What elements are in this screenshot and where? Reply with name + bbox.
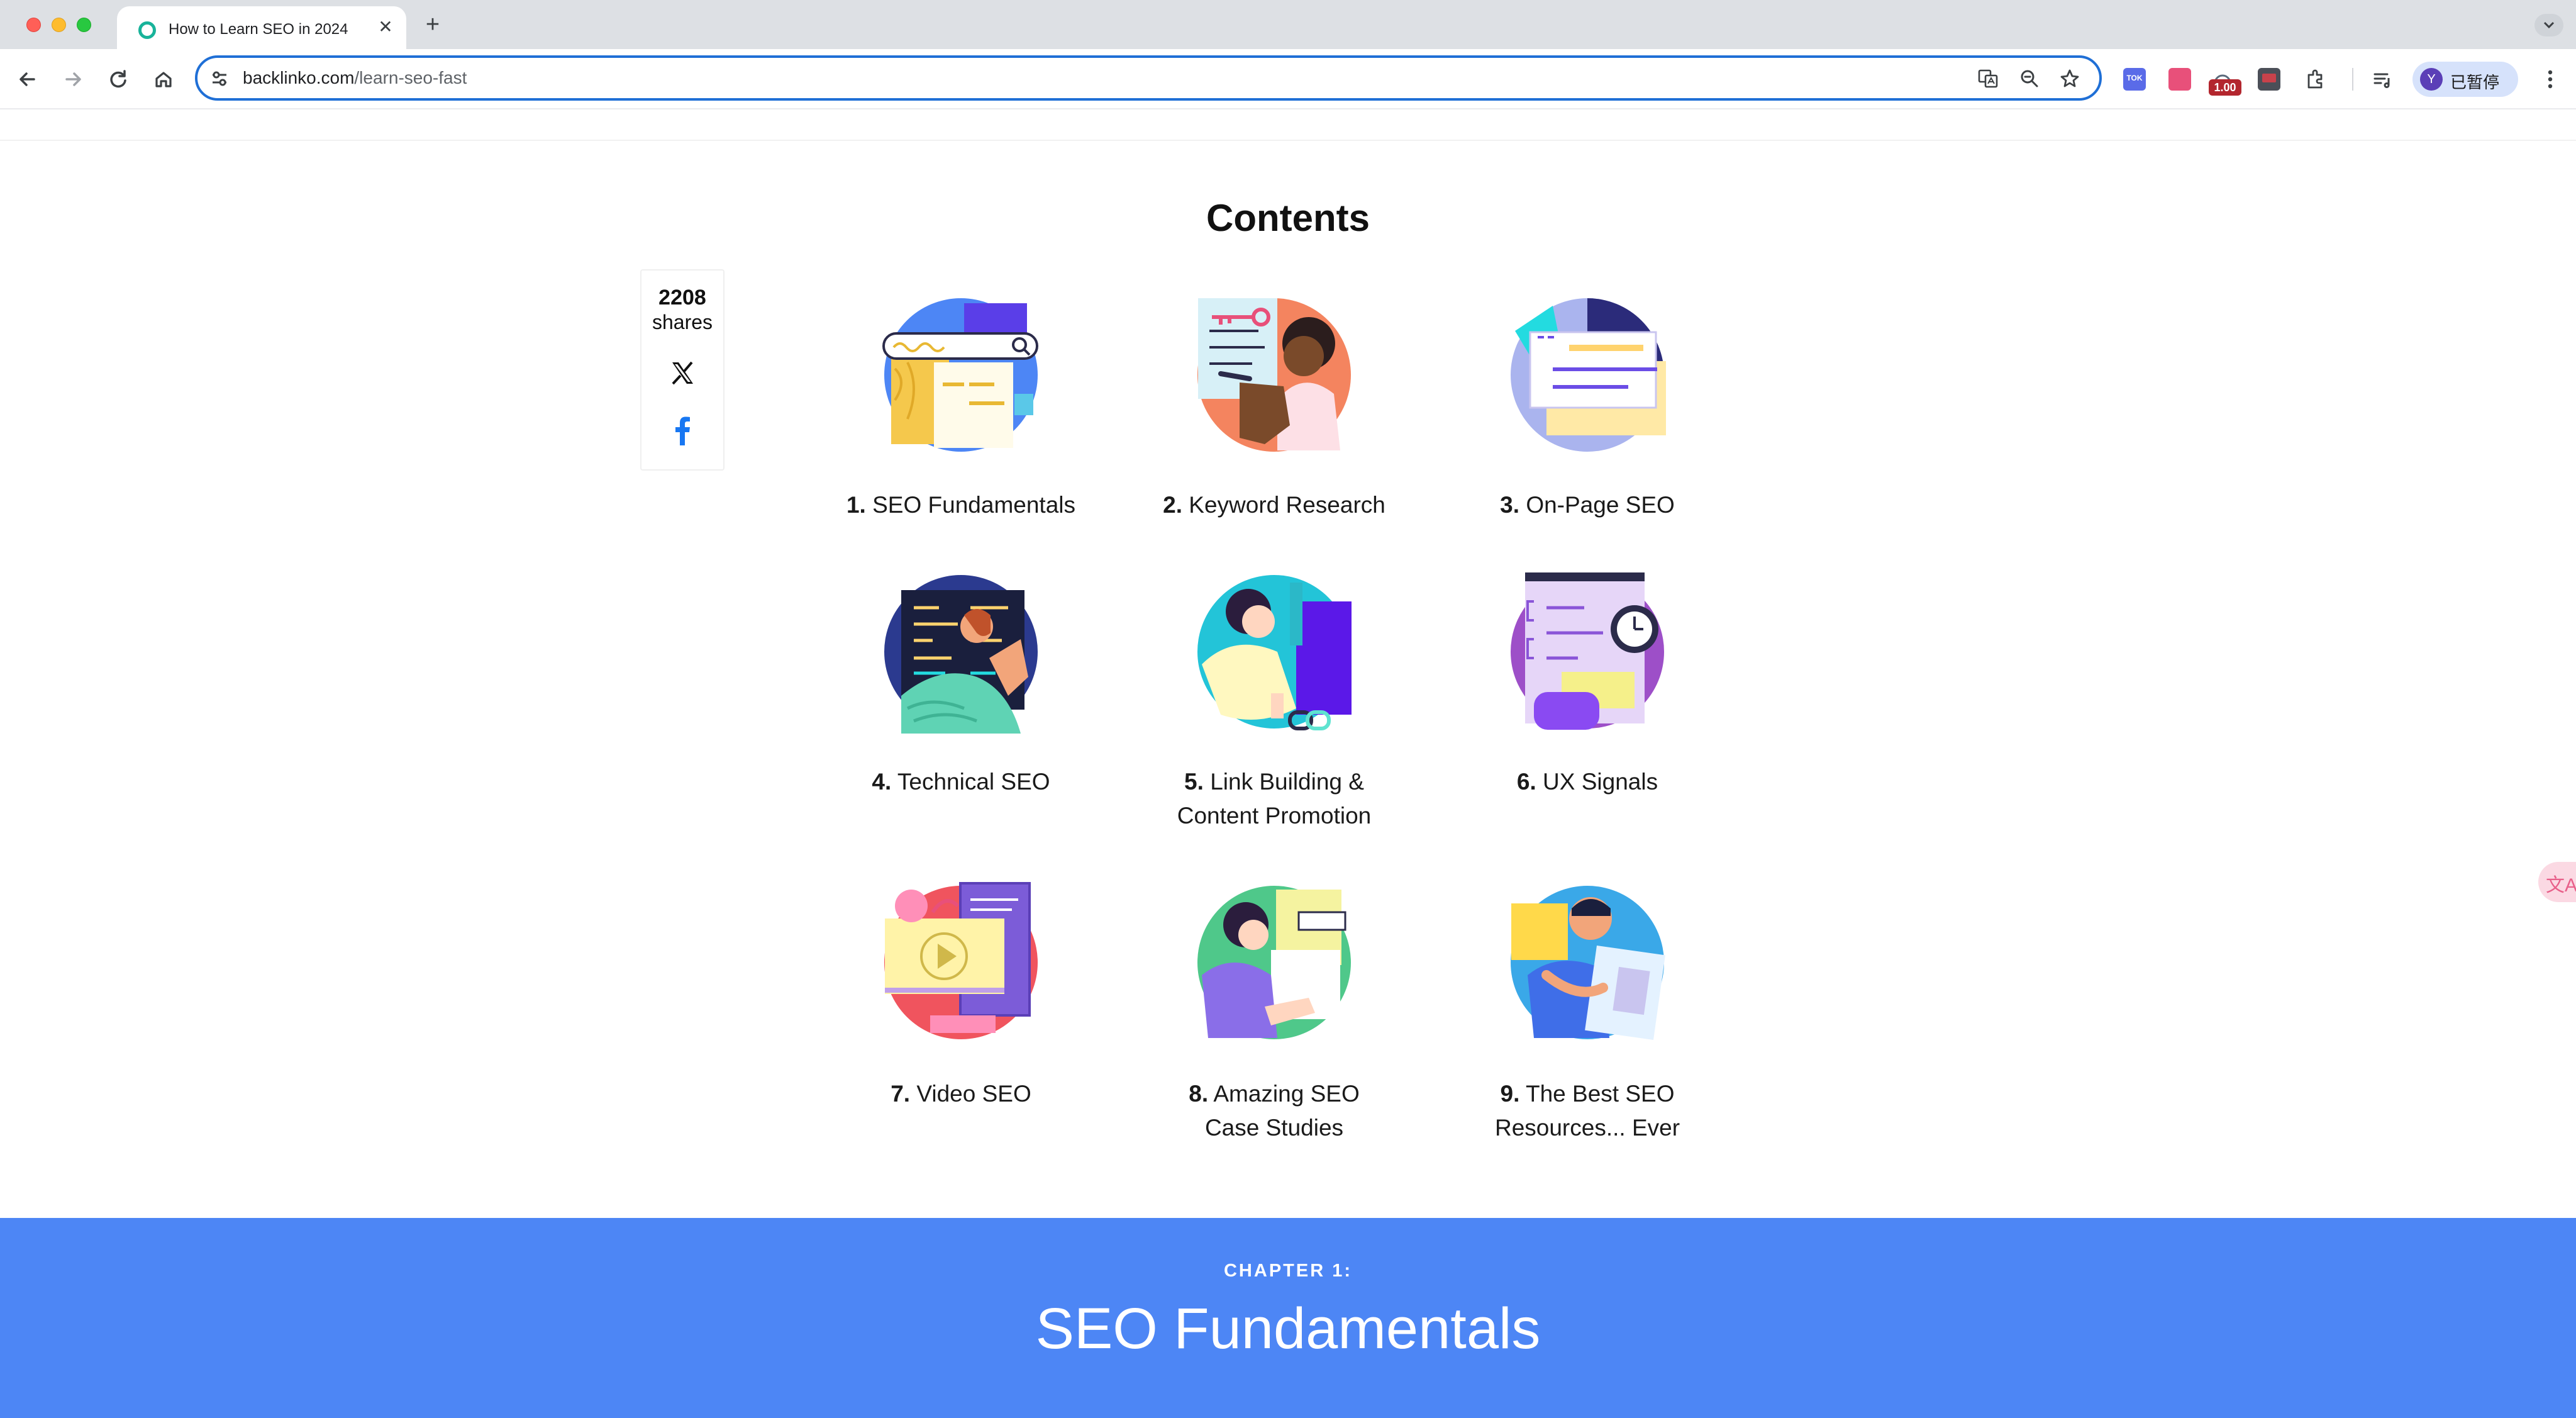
window-minimize-button[interactable] [52, 18, 66, 32]
extension-tok-label: TOK [2126, 74, 2143, 82]
toc-number: 5. [1184, 769, 1204, 795]
reload-icon [110, 70, 126, 88]
toc-label: Amazing SEO [1213, 1081, 1360, 1107]
toc-item-5[interactable]: 5. Link Building & Content Promotion [1117, 765, 1431, 833]
toc-item-6[interactable]: 6. UX Signals [1430, 765, 1745, 799]
toc-number: 3. [1500, 492, 1520, 518]
favicon-icon [138, 21, 156, 39]
browser-toolbar: backlinko.com/learn-seo-fast TOK 1.00 Y … [0, 49, 2576, 109]
window-close-button[interactable] [26, 18, 41, 32]
contents-heading: Contents [1206, 197, 1370, 239]
chevron-down-icon [2543, 21, 2555, 29]
back-icon [19, 72, 35, 86]
avatar: Y [2420, 68, 2443, 91]
translate-icon[interactable] [1976, 67, 2000, 91]
zoom-icon[interactable] [2018, 67, 2041, 91]
translate-float-icon: 文A [2546, 875, 2576, 896]
tab-strip: How to Learn SEO in 2024 ✕ + [0, 0, 2576, 49]
toc-item-9[interactable]: 9. The Best SEO Resources... Ever [1430, 1077, 1745, 1145]
toc-illustration-link-building[interactable] [1196, 570, 1353, 734]
toc-illustration-seo-fundamentals[interactable] [882, 293, 1040, 457]
toc-label: UX Signals [1543, 769, 1658, 795]
menu-kebab-icon[interactable] [2541, 67, 2560, 92]
toc-label-line2: Content Promotion [1177, 803, 1372, 829]
toc-illustration-seo-resources[interactable] [1509, 881, 1666, 1044]
facebook-logo-icon [675, 416, 690, 445]
address-bar[interactable]: backlinko.com/learn-seo-fast [195, 55, 2102, 101]
toc-label: On-Page SEO [1526, 492, 1675, 518]
toc-item-8[interactable]: 8. Amazing SEO Case Studies [1117, 1077, 1431, 1145]
x-share-button[interactable] [668, 359, 697, 388]
forward-button[interactable] [59, 65, 87, 93]
tab-title: How to Learn SEO in 2024 [169, 21, 348, 38]
toc-number: 9. [1500, 1081, 1520, 1107]
toc-item-2[interactable]: 2. Keyword Research [1117, 488, 1431, 522]
toolbar-divider [2352, 68, 2353, 91]
share-widget: 2208 shares [640, 269, 724, 471]
active-tab[interactable]: How to Learn SEO in 2024 ✕ [117, 6, 406, 49]
toc-item-4[interactable]: 4. Technical SEO [804, 765, 1118, 799]
extension-screen-button[interactable] [2258, 68, 2280, 91]
extension-speed-badge: 1.00 [2209, 79, 2241, 96]
share-count: 2208 [658, 286, 706, 310]
toc-number: 1. [846, 492, 866, 518]
url-domain: backlinko.com [243, 68, 355, 87]
home-button[interactable] [150, 65, 177, 93]
toc-label-line2: Resources... Ever [1494, 1115, 1680, 1141]
extension-translate-button[interactable] [2168, 68, 2191, 91]
toc-item-1[interactable]: 1. SEO Fundamentals [804, 488, 1118, 522]
back-button[interactable] [14, 65, 42, 93]
header-divider [0, 140, 2576, 141]
profile-status-label: 已暂停 [2450, 73, 2500, 92]
share-label: shares [652, 311, 713, 333]
toc-illustration-video-seo[interactable] [882, 881, 1040, 1044]
toc-illustration-on-page-seo[interactable] [1509, 293, 1666, 457]
toc-number: 8. [1189, 1081, 1209, 1107]
toc-label-line2: Case Studies [1204, 1115, 1344, 1141]
bookmark-star-icon[interactable] [2058, 67, 2082, 91]
profile-button[interactable]: Y 已暂停 [2412, 62, 2518, 97]
reload-button[interactable] [104, 65, 132, 93]
toc-number: 7. [891, 1081, 911, 1107]
toc-label: Link Building & [1210, 769, 1364, 795]
translate-float-button[interactable]: 文A [2538, 862, 2576, 902]
x-logo-icon [672, 361, 693, 385]
toc-label: Video SEO [916, 1081, 1031, 1107]
toc-illustration-ux-signals[interactable] [1509, 570, 1666, 734]
url-path: /learn-seo-fast [354, 68, 467, 87]
facebook-share-button[interactable] [670, 415, 696, 447]
window-zoom-button[interactable] [77, 18, 91, 32]
toc-label: The Best SEO [1525, 1081, 1675, 1107]
toc-illustration-technical-seo[interactable] [882, 570, 1040, 734]
toc-number: 6. [1516, 769, 1536, 795]
url-text[interactable]: backlinko.com/learn-seo-fast [243, 68, 467, 88]
reading-list-icon[interactable] [2370, 67, 2395, 92]
toc-label: Keyword Research [1189, 492, 1385, 518]
tab-search-button[interactable] [2534, 14, 2563, 36]
toc-label: Technical SEO [897, 769, 1050, 795]
new-tab-button[interactable]: + [420, 13, 445, 38]
toc-number: 4. [872, 769, 892, 795]
tab-close-button[interactable]: ✕ [376, 18, 395, 36]
extensions-puzzle-icon[interactable] [2303, 67, 2328, 92]
extension-tok-button[interactable]: TOK [2123, 68, 2146, 91]
home-icon [155, 72, 172, 87]
toc-illustration-keyword-research[interactable] [1196, 293, 1353, 457]
toc-item-3[interactable]: 3. On-Page SEO [1430, 488, 1745, 522]
toc-item-7[interactable]: 7. Video SEO [804, 1077, 1118, 1111]
chapter-kicker: CHAPTER 1: [1223, 1261, 1352, 1281]
toc-illustration-case-studies[interactable] [1196, 881, 1353, 1044]
toc-number: 2. [1163, 492, 1182, 518]
toc-label: SEO Fundamentals [872, 492, 1076, 518]
site-settings-icon[interactable] [209, 68, 230, 89]
chapter-title: SEO Fundamentals [1035, 1297, 1541, 1361]
forward-icon [65, 72, 81, 86]
